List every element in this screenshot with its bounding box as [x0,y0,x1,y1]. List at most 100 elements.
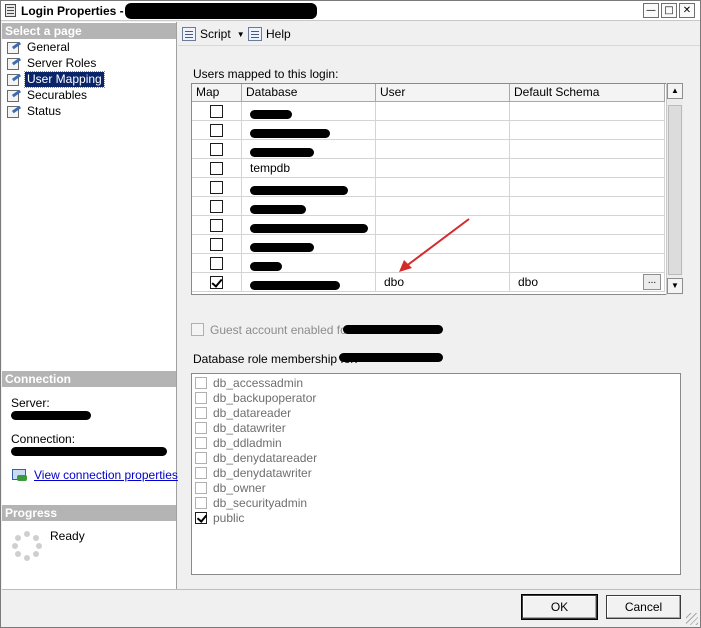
schema-value[interactable]: dbo [518,275,538,289]
schema-browse-button[interactable]: ... [643,274,661,290]
database-cell [242,197,376,216]
schema-cell[interactable] [510,235,665,254]
redacted-database-name [343,325,443,334]
view-connection-properties-link[interactable]: View connection properties [34,468,178,482]
redacted-login-name [125,3,317,19]
schema-cell[interactable] [510,159,665,178]
schema-cell[interactable] [510,102,665,121]
role-db-accessadmin[interactable]: db_accessadmin [195,376,303,391]
map-cell [192,140,242,159]
scroll-thumb[interactable] [668,105,682,275]
map-checkbox[interactable] [210,257,223,270]
role-db-datareader[interactable]: db_datareader [195,406,291,421]
role-db-backupoperator[interactable]: db_backupoperator [195,391,316,406]
schema-cell[interactable] [510,121,665,140]
resize-grip-icon[interactable] [686,613,698,625]
map-cell [192,235,242,254]
chevron-down-icon[interactable]: ▼ [237,27,245,43]
user-cell[interactable] [376,121,510,140]
role-db-denydatawriter[interactable]: db_denydatawriter [195,466,312,481]
redacted-database-name [250,280,340,290]
table-row[interactable]: tempdb [192,159,665,178]
map-cell [192,273,242,292]
select-page-header: Select a page [2,23,176,39]
role-checkbox[interactable] [195,452,207,464]
column-header-default-schema[interactable]: Default Schema [510,84,665,102]
page-label: Server Roles [27,56,97,70]
map-checkbox[interactable] [210,124,223,137]
role-label: db_accessadmin [213,376,304,390]
map-checkbox[interactable] [210,105,223,118]
schema-cell[interactable] [510,216,665,235]
map-checkbox[interactable] [210,162,223,175]
role-checkbox[interactable] [195,437,207,449]
progress-header: Progress [2,505,176,521]
toolbar: Script ▼ Help [178,22,700,46]
role-checkbox[interactable] [195,377,207,389]
table-row[interactable] [192,140,665,159]
role-db-securityadmin[interactable]: db_securityadmin [195,496,307,511]
user-cell[interactable] [376,178,510,197]
role-public[interactable]: public [195,511,244,526]
server-label: Server: [11,396,50,410]
table-row[interactable] [192,178,665,197]
mapped-users-label: Users mapped to this login: [193,67,339,81]
map-checkbox[interactable] [210,219,223,232]
user-cell[interactable] [376,140,510,159]
connection-label: Connection: [11,432,76,446]
connection-properties-icon [12,468,28,482]
schema-cell[interactable] [510,178,665,197]
map-checkbox[interactable] [210,238,223,251]
help-button[interactable]: Help [248,26,291,42]
column-header-user[interactable]: User [376,84,510,102]
role-checkbox[interactable] [195,482,207,494]
grid-header: Map Database User Default Schema [192,84,665,102]
help-label: Help [266,27,291,41]
cancel-button[interactable]: Cancel [606,595,681,619]
column-header-database[interactable]: Database [242,84,376,102]
map-checkbox[interactable] [210,181,223,194]
redacted-server-name [11,411,91,420]
guest-account-checkbox[interactable] [191,323,204,336]
database-cell [242,102,376,121]
scroll-up-icon[interactable]: ▲ [667,83,683,99]
user-cell[interactable] [376,159,510,178]
title-bar: Login Properties - — □ ✕ [1,1,700,21]
scroll-down-icon[interactable]: ▼ [667,278,683,294]
close-button[interactable]: ✕ [679,3,695,18]
annotation-arrow-icon [399,218,470,272]
table-row[interactable] [192,102,665,121]
role-db-owner[interactable]: db_owner [195,481,266,496]
map-cell [192,178,242,197]
column-header-map[interactable]: Map [192,84,242,102]
role-label: db_ddladmin [213,436,282,450]
table-row[interactable] [192,121,665,140]
progress-spinner-icon [12,531,42,561]
ok-button[interactable]: OK [521,594,598,620]
schema-cell[interactable] [510,197,665,216]
map-checkbox[interactable] [210,143,223,156]
grid-scrollbar[interactable]: ▲ ▼ [666,83,683,295]
role-db-datawriter[interactable]: db_datawriter [195,421,286,436]
role-db-denydatareader[interactable]: db_denydatareader [195,451,317,466]
role-checkbox[interactable] [195,392,207,404]
page-label: Status [27,104,62,118]
user-cell[interactable] [376,102,510,121]
role-checkbox[interactable] [195,422,207,434]
redacted-connection-name [11,447,167,456]
map-checkbox[interactable] [210,276,223,289]
role-db-ddladmin[interactable]: db_ddladmin [195,436,282,451]
schema-cell[interactable] [510,254,665,273]
script-button[interactable]: Script ▼ [182,26,245,42]
minimize-button[interactable]: — [643,3,659,18]
role-checkbox[interactable] [195,512,207,524]
role-label: db_datawriter [213,421,286,435]
role-checkbox[interactable] [195,497,207,509]
schema-cell[interactable] [510,140,665,159]
script-icon [182,27,196,41]
maximize-button[interactable]: □ [661,3,677,18]
role-checkbox[interactable] [195,467,207,479]
role-checkbox[interactable] [195,407,207,419]
database-cell[interactable]: tempdb [242,159,376,178]
map-checkbox[interactable] [210,200,223,213]
